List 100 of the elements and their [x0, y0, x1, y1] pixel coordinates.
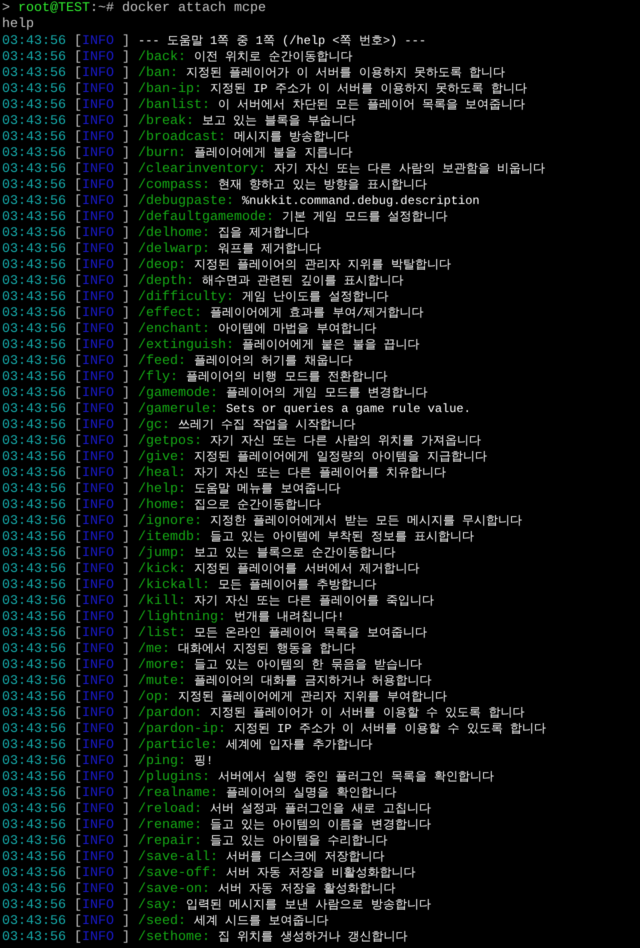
command-description: %nukkit.command.debug.description	[242, 194, 480, 208]
log-timestamp: 03:43:56	[2, 434, 66, 449]
command-description: 지정된 IP 주소가 이 서버를 이용하지 못하도록 합니다	[210, 82, 527, 96]
log-level-tag: [INFO ]	[74, 706, 130, 721]
log-timestamp: 03:43:56	[2, 514, 66, 529]
command-description: 지정된 플레이어의 관리자 지위를 박탈합니다	[194, 258, 451, 272]
log-timestamp: 03:43:56	[2, 226, 66, 241]
command-name: /ignore:	[138, 514, 202, 529]
log-timestamp: 03:43:56	[2, 722, 66, 737]
log-timestamp: 03:43:56	[2, 50, 66, 65]
log-timestamp: 03:43:56	[2, 114, 66, 129]
command-description: 현재 향하고 있는 방향을 표시합니다	[218, 178, 427, 192]
command-description: 워프를 제거합니다	[218, 242, 322, 256]
log-level-tag: [INFO ]	[74, 882, 130, 897]
log-level-tag: [INFO ]	[74, 866, 130, 881]
command-name: /gamerule:	[138, 402, 218, 417]
log-timestamp: 03:43:56	[2, 34, 66, 49]
command-name: /gc:	[138, 418, 170, 433]
command-description: 서버 자동 저장을 활성화합니다	[218, 882, 396, 896]
command-description: 플레이어의 비행 모드를 전환합니다	[186, 370, 388, 384]
command-description: 보고 있는 블록으로 순간이동합니다	[194, 546, 396, 560]
log-level-tag: [INFO ]	[74, 674, 130, 689]
command-description: 모든 온라인 플레이어 목록을 보여줍니다	[194, 626, 427, 640]
command-name: /difficulty:	[138, 290, 234, 305]
command-description: 기본 게임 모드를 설정합니다	[282, 210, 448, 224]
log-timestamp: 03:43:56	[2, 82, 66, 97]
command-name: /plugins:	[138, 770, 210, 785]
command-name: /lightning:	[138, 610, 226, 625]
log-timestamp: 03:43:56	[2, 706, 66, 721]
log-timestamp: 03:43:56	[2, 98, 66, 113]
prompt-path: :~#	[90, 1, 114, 16]
command-description: 이전 위치로 순간이동합니다	[194, 50, 352, 64]
command-name: /feed:	[138, 354, 186, 369]
log-level-tag: [INFO ]	[74, 386, 130, 401]
command-name: /defaultgamemode:	[138, 210, 274, 225]
command-name: /depth:	[138, 274, 194, 289]
log-timestamp: 03:43:56	[2, 242, 66, 257]
log-level-tag: [INFO ]	[74, 370, 130, 385]
command-name: /help:	[138, 482, 186, 497]
command-description: 지정된 플레이어가 이 서버를 이용할 수 있도록 합니다	[210, 706, 524, 720]
command-description: 집 위치를 생성하거나 갱신합니다	[218, 930, 408, 944]
log-level-tag: [INFO ]	[74, 82, 130, 97]
command-description: 자기 자신 또는 다른 사람의 위치를 가져옵니다	[210, 434, 482, 448]
log-timestamp: 03:43:56	[2, 786, 66, 801]
command-name: /compass:	[138, 178, 210, 193]
command-description: 이 서버에서 차단된 모든 플레이어 목록을 보여줍니다	[218, 98, 526, 112]
log-level-tag: [INFO ]	[74, 338, 130, 353]
log-timestamp: 03:43:56	[2, 258, 66, 273]
command-name: /more:	[138, 658, 186, 673]
command-description: 집을 제거합니다	[218, 226, 310, 240]
command-name: /kill:	[138, 594, 186, 609]
log-level-tag: [INFO ]	[74, 306, 130, 321]
log-timestamp: 03:43:56	[2, 802, 66, 817]
command-description: 입력된 메시지를 보낸 사람으로 방송합니다	[186, 898, 431, 912]
command-description: 지정된 IP 주소가 이 서버를 이용할 수 있도록 합니다	[234, 722, 546, 736]
log-timestamp: 03:43:56	[2, 866, 66, 881]
log-timestamp: 03:43:56	[2, 146, 66, 161]
log-timestamp: 03:43:56	[2, 594, 66, 609]
command-description: 세계 시드를 보여줍니다	[194, 914, 328, 928]
command-description: 지정된 플레이어에게 관리자 지위를 부여합니다	[178, 690, 447, 704]
log-timestamp: 03:43:56	[2, 770, 66, 785]
log-level-tag: [INFO ]	[74, 754, 130, 769]
log-level-tag: [INFO ]	[74, 210, 130, 225]
command-name: /particle:	[138, 738, 218, 753]
log-timestamp: 03:43:56	[2, 610, 66, 625]
prompt-marker: >	[2, 1, 10, 16]
log-level-tag: [INFO ]	[74, 354, 130, 369]
log-level-tag: [INFO ]	[74, 242, 130, 257]
command-name: /debugpaste:	[138, 194, 234, 209]
log-timestamp: 03:43:56	[2, 738, 66, 753]
command-description: 모든 플레이어를 추방합니다	[218, 578, 376, 592]
command-name: /pardon-ip:	[138, 722, 226, 737]
command-description: 지정된 플레이어가 이 서버를 이용하지 못하도록 합니다	[186, 66, 506, 80]
log-timestamp: 03:43:56	[2, 66, 66, 81]
command-name: /fly:	[138, 370, 178, 385]
log-timestamp: 03:43:56	[2, 690, 66, 705]
log-timestamp: 03:43:56	[2, 178, 66, 193]
shell-command: docker attach mcpe	[122, 1, 266, 16]
log-level-tag: [INFO ]	[74, 562, 130, 577]
command-description: 플레이어의 실명을 확인합니다	[226, 786, 396, 800]
command-description: 쓰레기 수집 작업을 시작합니다	[178, 418, 356, 432]
log-timestamp: 03:43:56	[2, 882, 66, 897]
log-level-tag: [INFO ]	[74, 194, 130, 209]
command-description: 대화에서 지정된 행동을 합니다	[178, 642, 356, 656]
log-level-tag: [INFO ]	[74, 178, 130, 193]
command-description: 세계에 입자를 추가합니다	[226, 738, 372, 752]
log-level-tag: [INFO ]	[74, 802, 130, 817]
log-level-tag: [INFO ]	[74, 738, 130, 753]
command-name: /gamemode:	[138, 386, 218, 401]
command-description: 보고 있는 블록을 부숩니다	[202, 114, 356, 128]
log-level-tag: [INFO ]	[74, 898, 130, 913]
command-name: /extinguish:	[138, 338, 234, 353]
log-level-tag: [INFO ]	[74, 466, 130, 481]
log-timestamp: 03:43:56	[2, 290, 66, 305]
log-timestamp: 03:43:56	[2, 674, 66, 689]
log-timestamp: 03:43:56	[2, 274, 66, 289]
log-level-tag: [INFO ]	[74, 546, 130, 561]
log-level-tag: [INFO ]	[74, 834, 130, 849]
command-name: /getpos:	[138, 434, 202, 449]
command-name: /realname:	[138, 786, 218, 801]
